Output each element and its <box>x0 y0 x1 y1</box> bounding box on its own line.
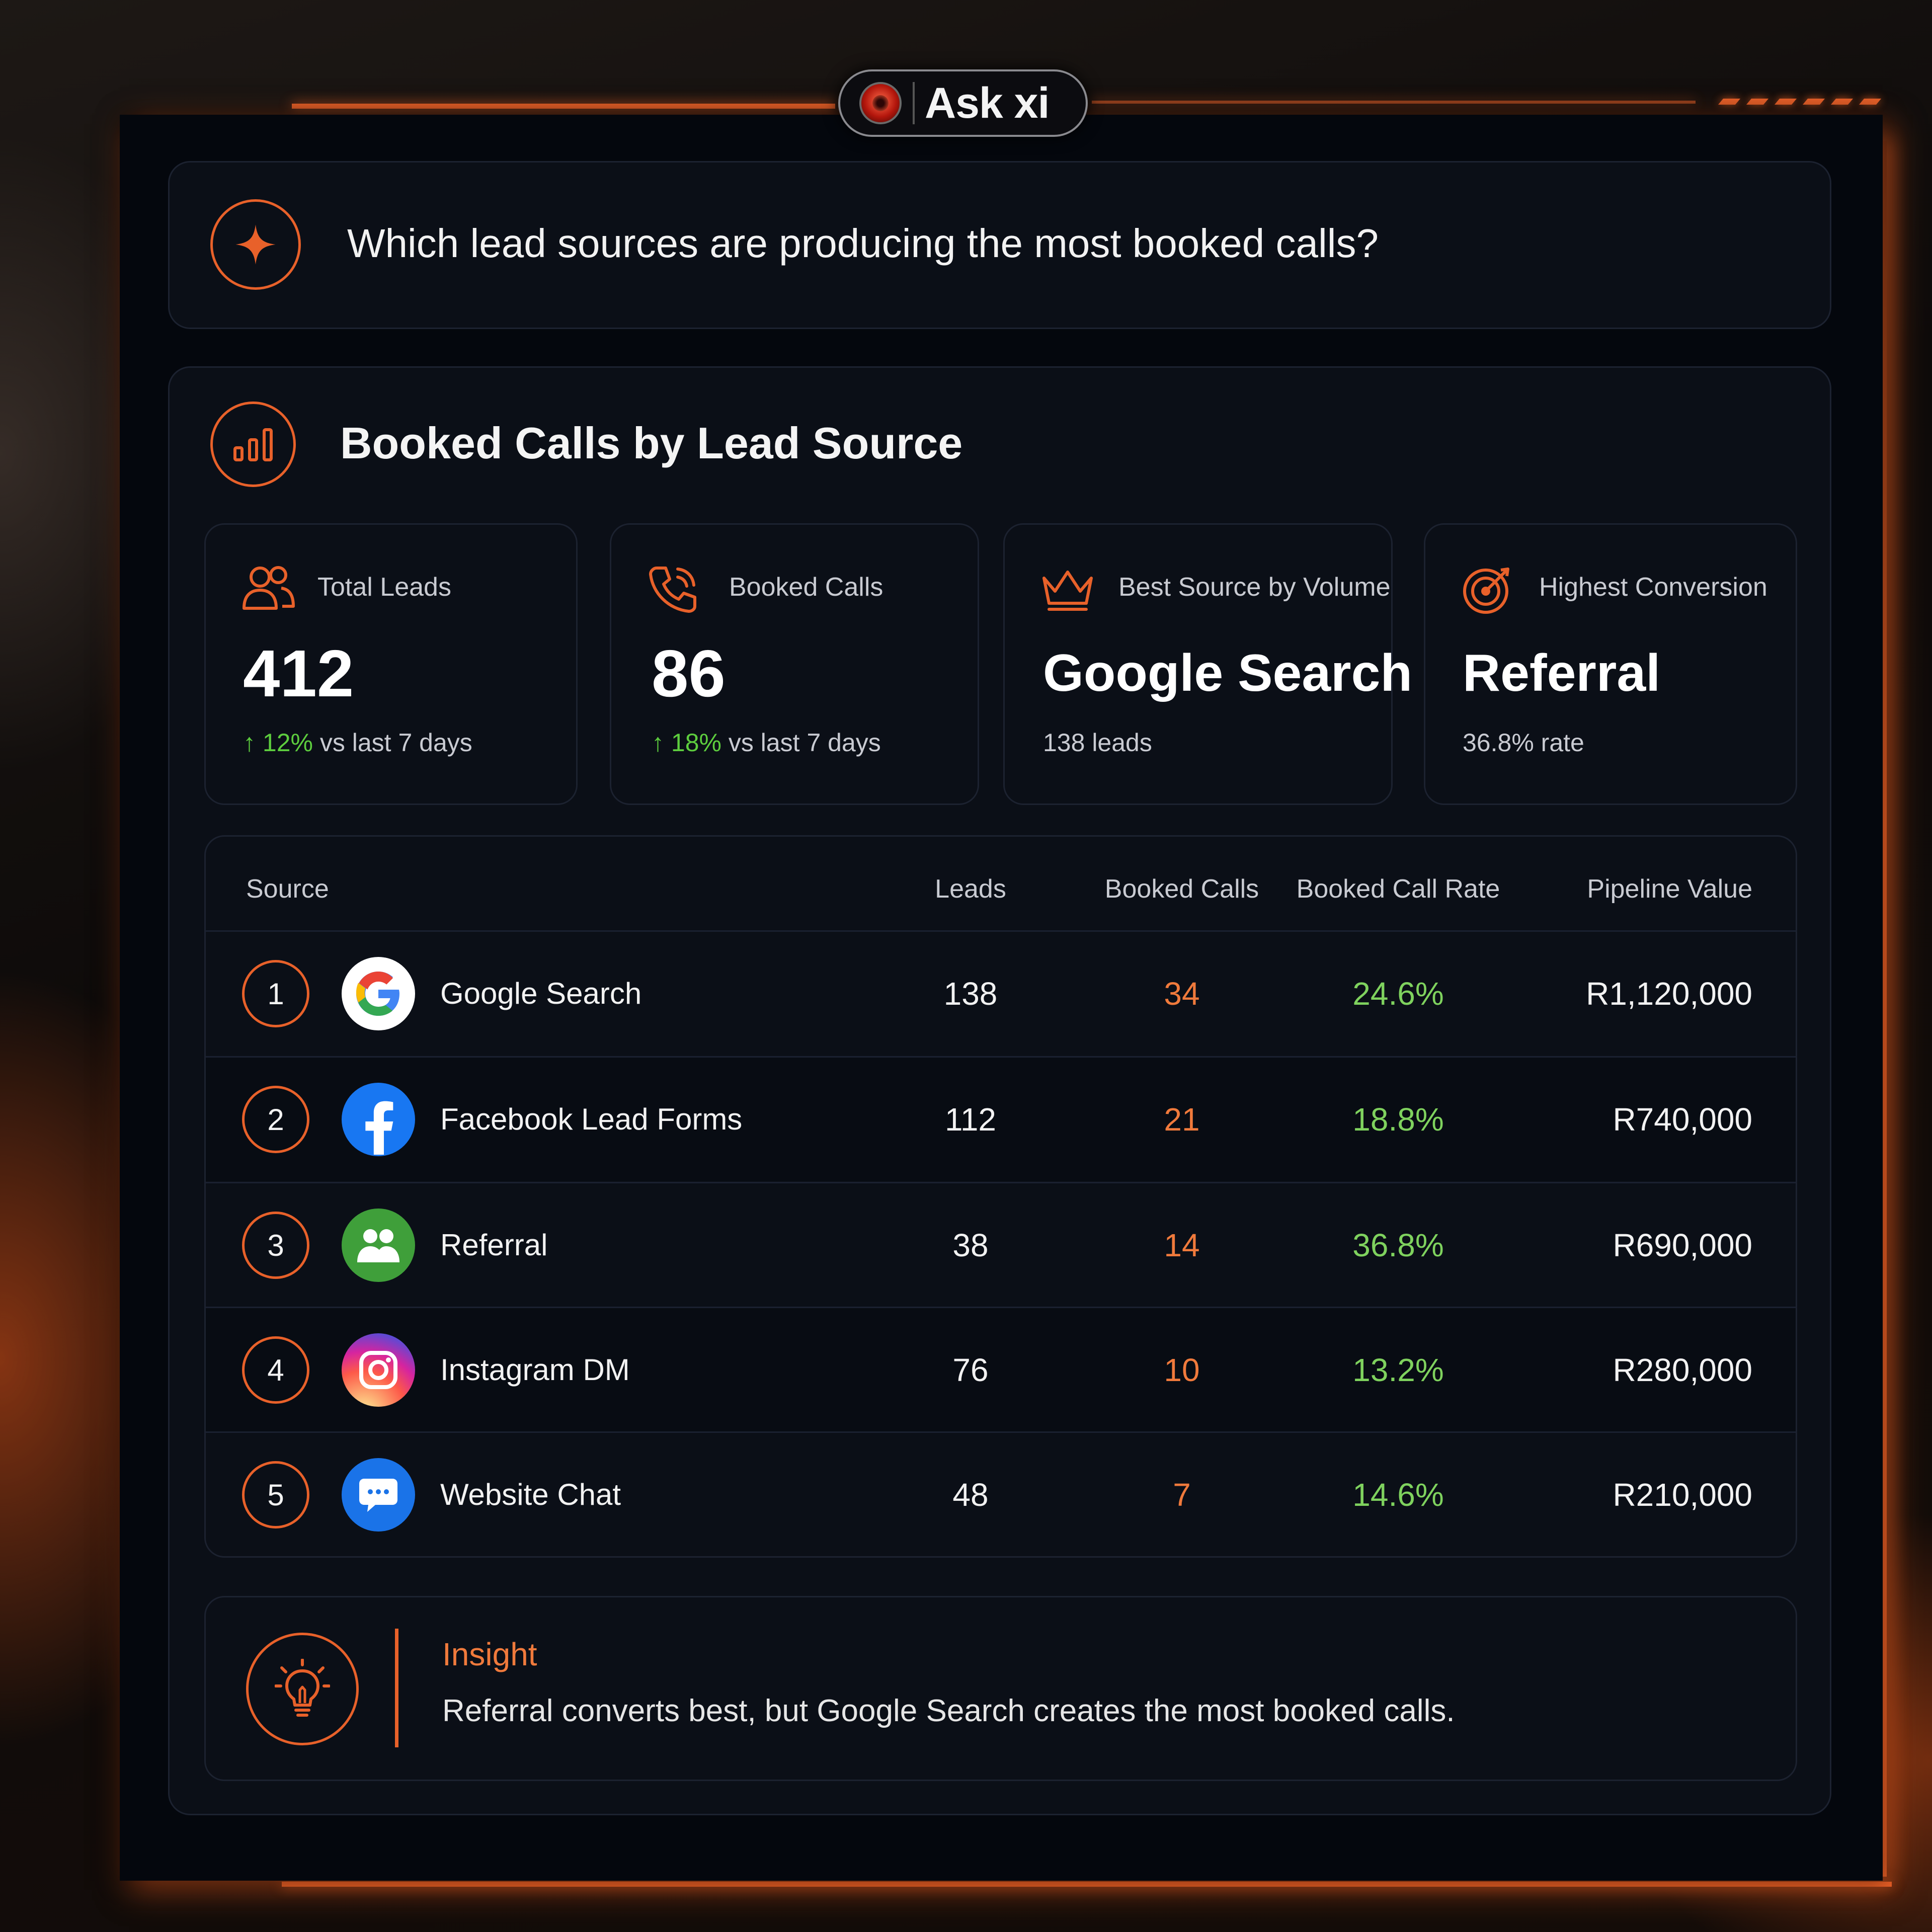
insight-card: Insight Referral converts best, but Goog… <box>204 1596 1797 1781</box>
table-row[interactable]: 4 Instagram DM 76 10 13.2% R280,000 <box>206 1307 1796 1432</box>
rank-badge: 3 <box>242 1212 309 1279</box>
kpi-sub: 138 leads <box>1043 729 1152 757</box>
facebook-icon <box>342 1083 415 1156</box>
kpi-label: Best Source by Volume <box>1118 573 1391 602</box>
sparkle-icon <box>210 199 301 290</box>
insight-divider <box>395 1629 398 1747</box>
booked-calls-value: 21 <box>1164 1101 1200 1138</box>
booked-calls-value: 34 <box>1164 976 1200 1012</box>
kpi-value: Referral <box>1463 644 1661 702</box>
table-row[interactable]: 3 Referral 38 14 36.8% R690,000 <box>206 1182 1796 1307</box>
kpi-delta-value: 12% <box>262 729 313 757</box>
section-title: Booked Calls by Lead Source <box>340 418 963 468</box>
source-name: Instagram DM <box>440 1353 630 1387</box>
booked-calls-value: 7 <box>1173 1477 1191 1513</box>
rank-badge: 5 <box>242 1461 309 1528</box>
source-name: Website Chat <box>440 1478 621 1511</box>
kpi-value: 412 <box>243 636 354 710</box>
source-name: Google Search <box>440 977 642 1010</box>
pipeline-value: R210,000 <box>1613 1477 1752 1513</box>
pipeline-value: R740,000 <box>1613 1101 1752 1138</box>
lightbulb-icon <box>246 1633 359 1745</box>
ask-xi-header[interactable]: Ask xi <box>838 69 1088 137</box>
rank-badge: 2 <box>242 1086 309 1153</box>
kpi-highest-conversion: Highest Conversion Referral 36.8% rate <box>1424 523 1797 805</box>
target-icon <box>1461 563 1516 614</box>
column-header-source[interactable]: Source <box>246 874 329 904</box>
users-icon <box>241 563 296 613</box>
kpi-delta-value: 18% <box>671 729 721 757</box>
frame-stripes <box>1718 99 1882 105</box>
leads-value: 138 <box>943 976 998 1012</box>
arrow-up-icon: ↑ <box>243 729 263 757</box>
frame-accent-top-right <box>1092 101 1696 104</box>
kpi-booked-calls: Booked Calls 86 ↑ 18% vs last 7 days <box>610 523 979 805</box>
insight-title: Insight <box>442 1636 537 1672</box>
phone-icon <box>647 563 702 613</box>
kpi-sub: 36.8% rate <box>1463 729 1584 757</box>
kpi-value: 86 <box>652 636 726 710</box>
kpi-total-leads: Total Leads 412 ↑ 12% vs last 7 days <box>204 523 578 805</box>
source-name: Facebook Lead Forms <box>440 1102 743 1136</box>
bar-chart-icon <box>210 401 296 487</box>
kpi-delta: ↑ 12% vs last 7 days <box>243 728 472 757</box>
column-header-rate[interactable]: Booked Call Rate <box>1287 874 1509 904</box>
booked-call-rate-value: 13.2% <box>1352 1352 1444 1388</box>
source-name: Referral <box>440 1228 548 1262</box>
frame-accent-bottom <box>282 1882 1892 1887</box>
table-row[interactable]: 5 Website Chat 48 7 14.6% R210,000 <box>206 1431 1796 1556</box>
kpi-label: Highest Conversion <box>1539 573 1767 602</box>
leads-value: 48 <box>952 1477 989 1513</box>
column-header-booked-calls[interactable]: Booked Calls <box>1101 874 1262 904</box>
pipeline-value: R1,120,000 <box>1586 976 1752 1012</box>
lead-source-table: Source Leads Booked Calls Booked Call Ra… <box>204 835 1797 1558</box>
rank-badge: 4 <box>242 1336 309 1404</box>
kpi-value: Google Search <box>1043 644 1412 702</box>
ask-xi-separator <box>913 82 915 124</box>
pipeline-value: R280,000 <box>1613 1352 1752 1388</box>
crown-icon <box>1040 563 1095 613</box>
arrow-up-icon: ↑ <box>652 729 671 757</box>
leads-value: 76 <box>952 1352 989 1388</box>
rank-badge: 1 <box>242 960 309 1027</box>
column-header-pipeline-value[interactable]: Pipeline Value <box>1587 874 1752 904</box>
instagram-icon <box>342 1333 415 1407</box>
booked-call-rate-value: 24.6% <box>1352 976 1444 1012</box>
chat-icon <box>342 1458 415 1532</box>
table-row[interactable]: 1 Google Search 138 34 24.6% R1,120,000 <box>206 930 1796 1056</box>
kpi-delta: ↑ 18% vs last 7 days <box>652 728 881 757</box>
booked-calls-value: 14 <box>1164 1227 1200 1263</box>
frame-accent-top-left <box>292 104 835 109</box>
table-row[interactable]: 2 Facebook Lead Forms 112 21 18.8% R740,… <box>206 1056 1796 1181</box>
question-text: Which lead sources are producing the mos… <box>347 221 1379 266</box>
ask-xi-title: Ask xi <box>925 78 1050 127</box>
kpi-label: Total Leads <box>317 573 451 602</box>
booked-call-rate-value: 36.8% <box>1352 1227 1444 1263</box>
kpi-delta-suffix: vs last 7 days <box>312 729 472 757</box>
insight-text: Referral converts best, but Google Searc… <box>442 1694 1455 1728</box>
kpi-delta-suffix: vs last 7 days <box>721 729 881 757</box>
kpi-best-source: Best Source by Volume Google Search 138 … <box>1003 523 1412 805</box>
booked-call-rate-value: 18.8% <box>1352 1101 1444 1138</box>
column-header-leads[interactable]: Leads <box>895 874 1046 904</box>
google-icon <box>342 957 415 1030</box>
leads-value: 38 <box>952 1227 989 1263</box>
table-body: 1 Google Search 138 34 24.6% R1,120,000 … <box>206 930 1796 1556</box>
booked-calls-value: 10 <box>1164 1352 1200 1388</box>
pipeline-value: R690,000 <box>1613 1227 1752 1263</box>
leads-value: 112 <box>944 1101 997 1138</box>
ask-xi-logo-icon <box>859 82 902 124</box>
booked-call-rate-value: 14.6% <box>1352 1477 1444 1513</box>
kpi-label: Booked Calls <box>729 573 883 602</box>
referral-icon <box>342 1209 415 1282</box>
